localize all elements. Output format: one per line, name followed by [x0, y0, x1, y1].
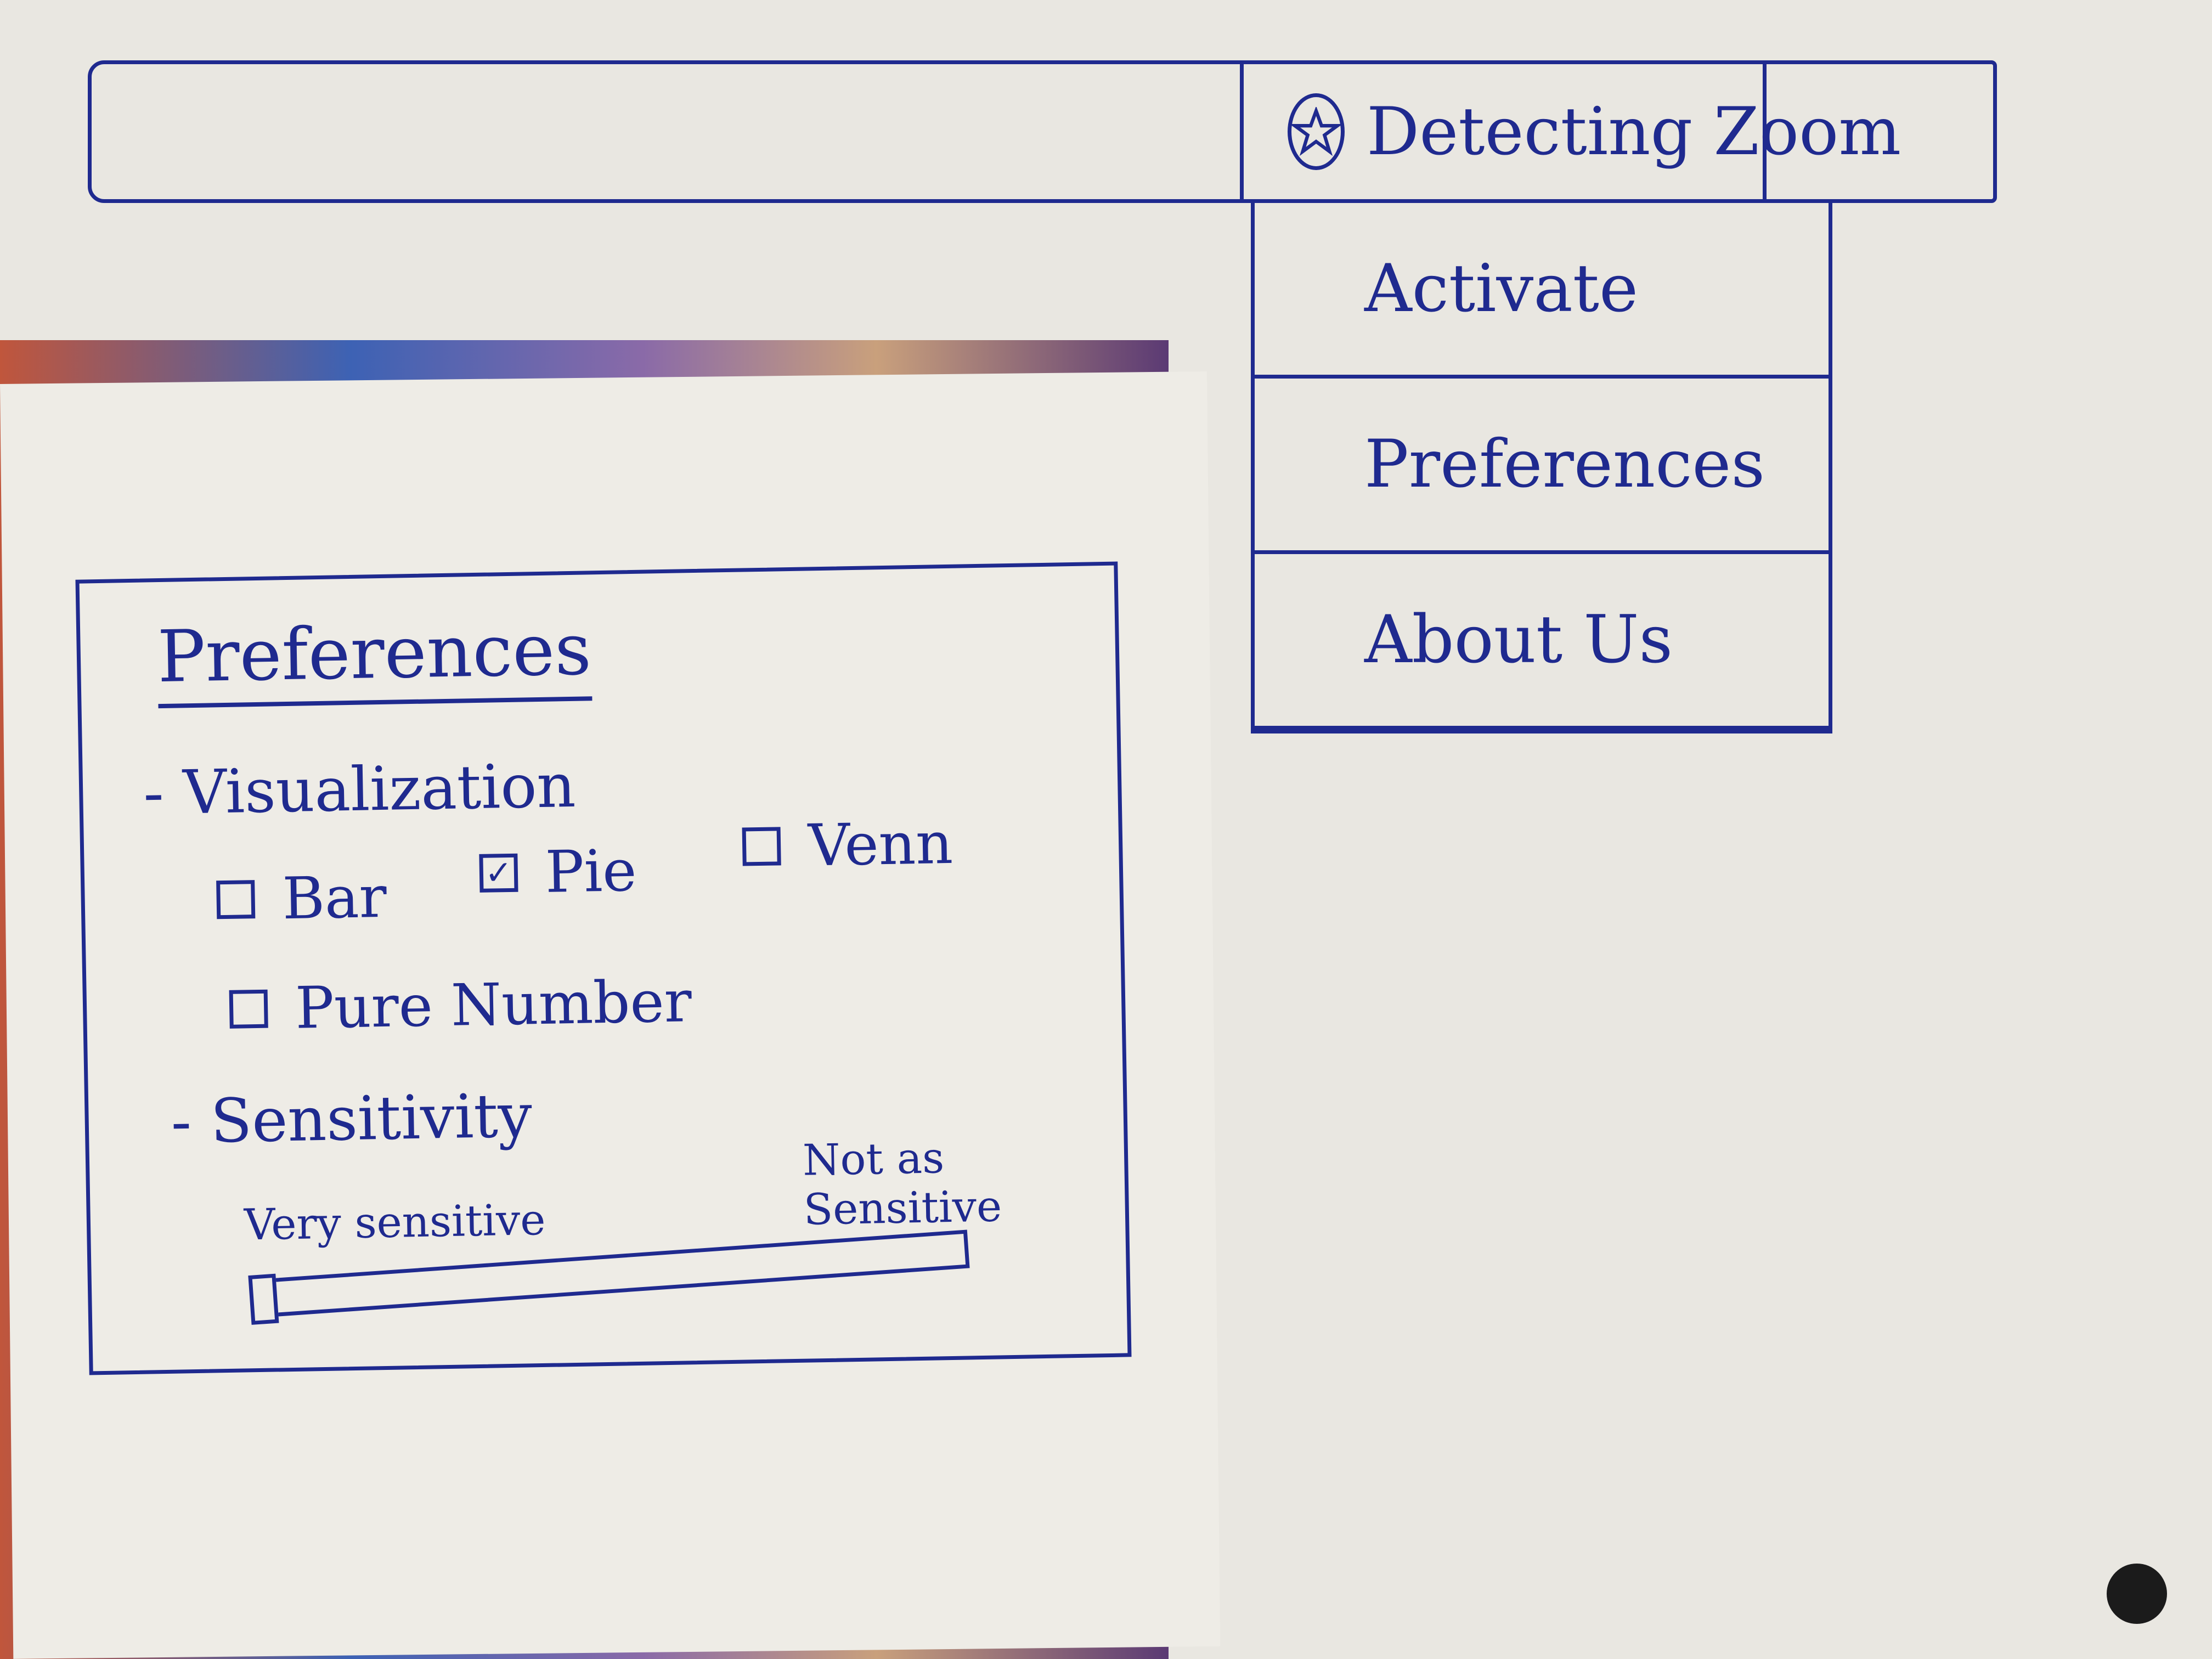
- menu-item-preferences[interactable]: Preferences: [1255, 379, 1829, 554]
- camera-dot: [2107, 1564, 2167, 1624]
- menu-item-activate[interactable]: Activate: [1255, 203, 1829, 379]
- checkbox-venn[interactable]: [742, 827, 781, 866]
- checkbox-pure-number[interactable]: [229, 989, 268, 1029]
- checkbox-pie[interactable]: ✓: [479, 853, 518, 893]
- menu-item-about-us[interactable]: About Us: [1255, 554, 1829, 730]
- dialog-title: Preferences: [156, 607, 592, 709]
- option-pure-number[interactable]: Pure Number: [229, 968, 692, 1043]
- option-pure-number-label: Pure Number: [295, 968, 692, 1042]
- menubar-app-button[interactable]: Detecting Zoom: [1240, 60, 1901, 203]
- sensitivity-section-title: - Sensitivity: [170, 1080, 533, 1157]
- star-icon: [1288, 93, 1345, 170]
- slider-max-label: Not as Sensitive: [802, 1133, 1002, 1235]
- option-pie-label: Pie: [544, 837, 637, 906]
- visualization-section-title: - Visualization: [143, 750, 577, 828]
- option-venn[interactable]: Venn: [742, 810, 953, 881]
- app-dropdown-menu: Activate Preferences About Us: [1251, 203, 1832, 733]
- slider-min-label: Very sensitive: [244, 1195, 546, 1250]
- option-pie[interactable]: ✓ Pie: [479, 837, 637, 907]
- app-title: Detecting Zoom: [1367, 93, 1901, 170]
- preferences-dialog: Preferences - Visualization Bar ✓ Pie Ve…: [75, 561, 1132, 1375]
- option-bar[interactable]: Bar: [216, 864, 387, 933]
- option-venn-label: Venn: [808, 809, 953, 879]
- slider-thumb[interactable]: [248, 1273, 279, 1325]
- checkbox-bar[interactable]: [216, 880, 256, 919]
- option-bar-label: Bar: [281, 863, 387, 933]
